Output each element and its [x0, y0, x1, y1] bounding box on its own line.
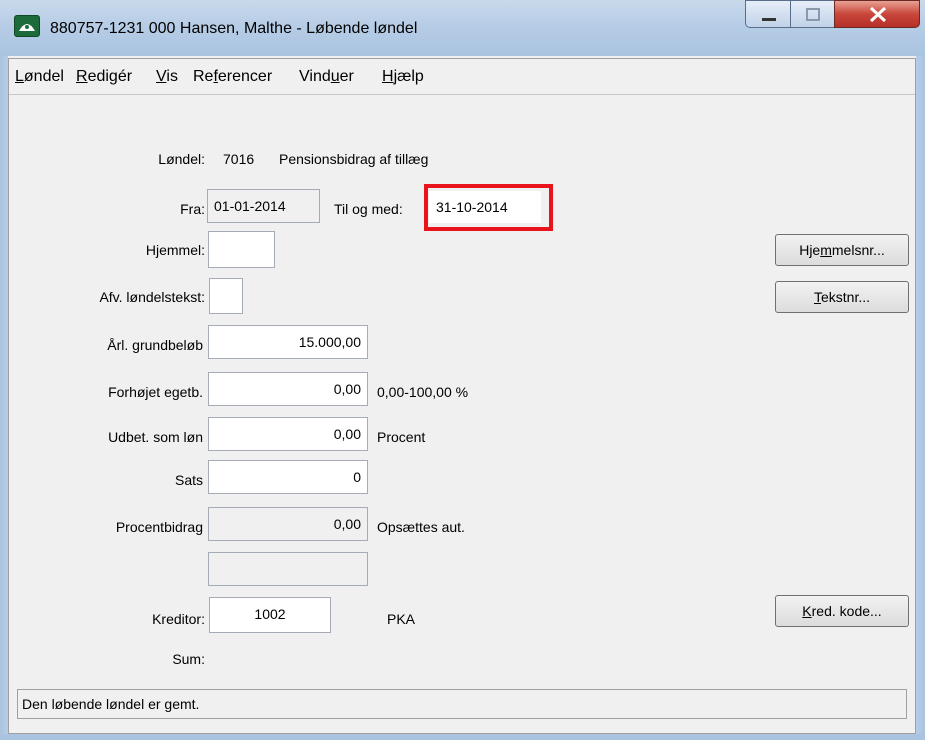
udbet-som-loen-unit: Procent	[377, 429, 426, 445]
window-border-left	[0, 56, 8, 740]
udbet-som-loen-field[interactable]: 0,00	[208, 417, 368, 451]
til-og-med-label: Til og med:	[334, 201, 403, 217]
maximize-icon	[806, 8, 820, 21]
menu-hjaelp[interactable]: Hjælp	[382, 68, 424, 86]
afv-loendelstekst-label: Afv. løndelstekst:	[99, 289, 205, 305]
procentbidrag-note: Opsættes aut.	[377, 519, 465, 535]
loendel-label: Løndel:	[158, 151, 205, 167]
forhoejet-egetb-field[interactable]: 0,00	[208, 372, 368, 406]
window-title: 880757-1231 000 Hansen, Malthe - Løbende…	[50, 20, 418, 37]
aarl-grundbeloeb-label: Årl. grundbeløb	[107, 337, 203, 353]
unlabeled-readonly-field	[208, 552, 368, 586]
fra-date-field[interactable]: 01-01-2014	[207, 189, 320, 223]
forhoejet-egetb-range: 0,00-100,00 %	[377, 384, 469, 400]
menu-vis[interactable]: Vis	[156, 68, 178, 86]
hjemmel-field[interactable]	[208, 231, 275, 268]
sats-field[interactable]: 0	[208, 460, 368, 494]
application-window: 880757-1231 000 Hansen, Malthe - Løbende…	[0, 0, 925, 740]
kreditor-label: Kreditor:	[152, 611, 205, 627]
client-area: Løndel Redigér Vis Referencer Vinduer Hj…	[8, 58, 916, 734]
sats-label: Sats	[174, 472, 203, 488]
procentbidrag-field: 0,00	[208, 507, 368, 541]
hjemmel-label: Hjemmel:	[145, 242, 205, 258]
fra-label: Fra:	[180, 201, 205, 217]
status-bar: Den løbende løndel er gemt.	[17, 689, 907, 719]
menu-referencer[interactable]: Referencer	[193, 68, 272, 86]
kred-kode-button[interactable]: Kred. kode...	[775, 595, 909, 627]
close-icon	[869, 6, 887, 23]
window-border-bottom	[0, 734, 925, 740]
tekstnr-button[interactable]: Tekstnr...	[775, 281, 909, 313]
menu-vinduer[interactable]: Vinduer	[299, 68, 354, 86]
highlight-box	[424, 184, 553, 231]
forhoejet-egetb-label: Forhøjet egetb.	[108, 384, 203, 400]
sum-label: Sum:	[172, 651, 205, 667]
loendel-code: 7016	[223, 151, 255, 167]
caption-buttons	[745, 0, 920, 30]
maximize-button[interactable]	[790, 0, 835, 28]
minimize-button[interactable]	[745, 0, 791, 28]
title-bar[interactable]: 880757-1231 000 Hansen, Malthe - Løbende…	[0, 0, 925, 56]
menu-rediger[interactable]: Redigér	[76, 68, 132, 86]
udbet-som-loen-label: Udbet. som løn	[108, 429, 203, 445]
app-icon[interactable]	[14, 15, 40, 37]
hjemmelsnr-button[interactable]: Hjemmelsnr...	[775, 234, 909, 266]
menu-loendel[interactable]: Løndel	[15, 68, 64, 86]
aarl-grundbeloeb-field[interactable]: 15.000,00	[208, 325, 368, 359]
close-button[interactable]	[834, 0, 920, 28]
menu-bar: Løndel Redigér Vis Referencer Vinduer Hj…	[9, 59, 915, 95]
procentbidrag-label: Procentbidrag	[115, 519, 203, 535]
kreditor-name: PKA	[387, 611, 416, 627]
afv-loendelstekst-field[interactable]	[209, 278, 243, 314]
window-border-right	[916, 56, 925, 740]
kreditor-field[interactable]: 1002	[209, 597, 331, 633]
loendel-name: Pensionsbidrag af tillæg	[279, 151, 429, 167]
minimize-icon	[762, 18, 776, 21]
